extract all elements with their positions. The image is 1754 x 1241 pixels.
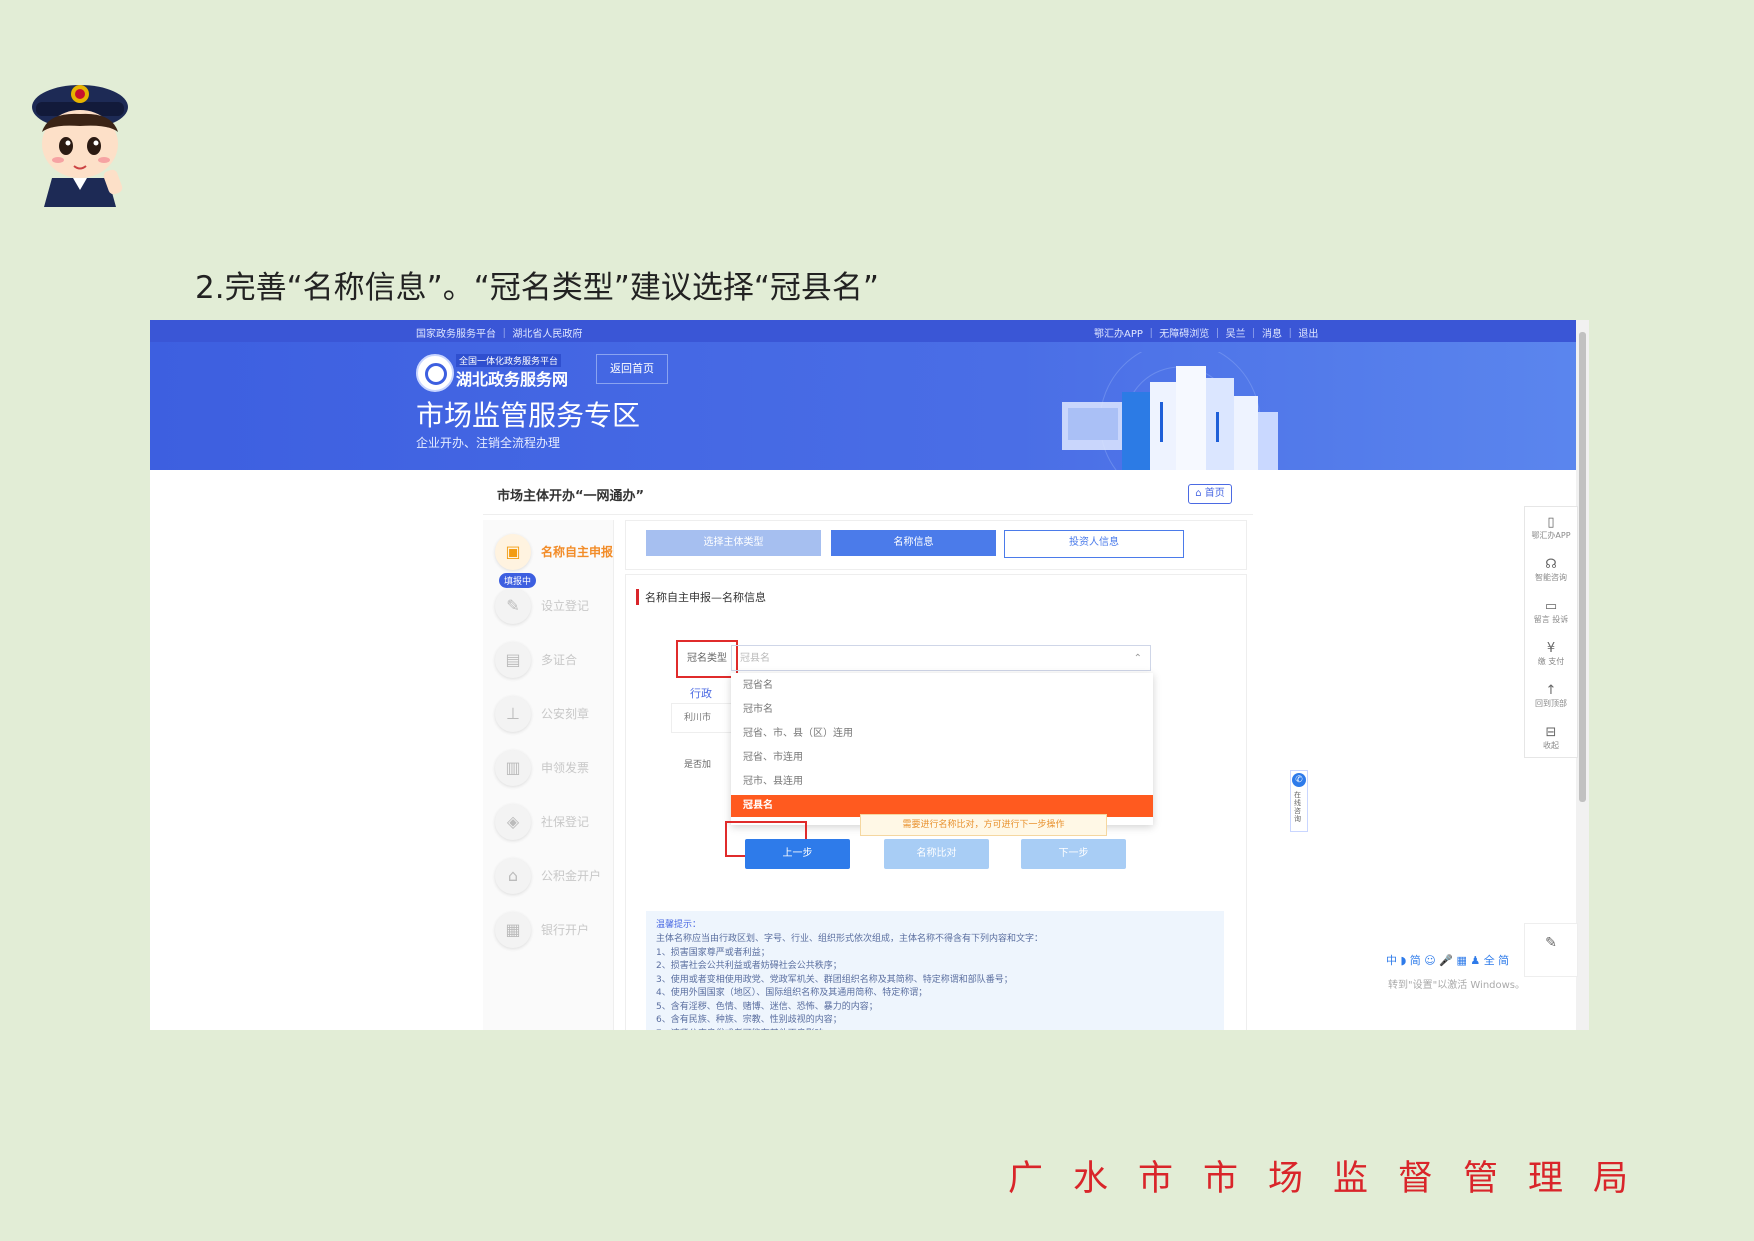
- float-item-pay[interactable]: ¥ 缴 支付: [1525, 641, 1577, 667]
- certificate-icon: ▤: [495, 642, 531, 678]
- home-button-label: 首页: [1204, 488, 1225, 499]
- float-item-label: 智能咨询: [1535, 573, 1567, 582]
- name-compare-button[interactable]: 名称比对: [884, 839, 989, 869]
- message-icon: ▭: [1544, 599, 1558, 614]
- scrollbar-thumb[interactable]: [1579, 332, 1586, 802]
- site-name[interactable]: 湖北政务服务网: [456, 366, 568, 390]
- pen-icon: ✎: [1545, 935, 1557, 951]
- header-banner: 全国一体化政务服务平台 湖北政务服务网 返回首页 市场监管服务专区 企业开办、注…: [150, 342, 1589, 470]
- float-item-label: 收起: [1543, 741, 1559, 750]
- stamp-icon: ⊥: [495, 696, 531, 732]
- sidebar-item-label: 公积金开户: [541, 869, 602, 883]
- option-city-county[interactable]: 冠市、县连用: [731, 771, 1153, 793]
- windows-activation-watermark: 转到"设置"以激活 Windows。: [1388, 980, 1526, 991]
- sidebar-item-label: 名称自主申报: [541, 545, 614, 559]
- float-item-consult[interactable]: ☊ 智能咨询: [1525, 557, 1577, 583]
- phone-icon: ▯: [1547, 515, 1555, 530]
- collapse-icon: ⊟: [1545, 725, 1557, 740]
- sidebar-item-registration[interactable]: ✎ 设立登记: [495, 584, 615, 628]
- sidebar-item-label: 公安刻章: [541, 707, 590, 721]
- zone-subtitle: 企业开办、注销全流程办理: [416, 436, 561, 450]
- pen-tool-button[interactable]: ✎: [1524, 923, 1578, 977]
- headset-icon: ☊: [1545, 557, 1557, 572]
- crown-type-dropdown: 冠省名 冠市名 冠省、市、县（区）连用 冠省、市连用 冠市、县连用 冠县名: [731, 673, 1153, 825]
- house-icon: ⌂: [495, 858, 531, 894]
- edit-icon: ✎: [495, 588, 531, 624]
- phone-icon: ✆: [1292, 773, 1306, 787]
- form-title: 名称自主申报—名称信息: [636, 589, 766, 605]
- chevron-up-icon: ⌃: [1133, 653, 1142, 664]
- float-item-app[interactable]: ▯ 鄂汇办APP: [1525, 515, 1577, 541]
- footer-organization: 广水市市场监督管理局: [1008, 1159, 1659, 1199]
- process-sidebar: ▣ 名称自主申报 填报中 ✎ 设立登记 ▤ 多证合 ⊥ 公安刻章 ▥ 申领发票 …: [483, 520, 614, 1030]
- sidebar-item-label: 申领发票: [541, 761, 590, 775]
- step-progress: 选择主体类型 名称信息 投资人信息: [625, 520, 1247, 570]
- invoice-icon: ▥: [495, 750, 531, 786]
- portal-title: 市场主体开办“一网通办”: [497, 489, 645, 504]
- shield-icon: ◈: [495, 804, 531, 840]
- float-item-label: 鄂汇办APP: [1531, 531, 1571, 540]
- sidebar-item-invoice[interactable]: ▥ 申领发票: [495, 746, 615, 790]
- step-name-info[interactable]: 名称信息: [831, 530, 996, 556]
- compare-tip: 需要进行名称比对，方可进行下一步操作: [860, 814, 1107, 836]
- float-item-label: 缴 支付: [1537, 657, 1565, 666]
- crown-type-select[interactable]: 冠县名 ⌃: [731, 645, 1151, 671]
- float-item-complaint[interactable]: ▭ 留言 投诉: [1525, 599, 1577, 625]
- sidebar-item-label: 设立登记: [541, 599, 590, 613]
- next-step-button[interactable]: 下一步: [1021, 839, 1126, 869]
- top-icon: ↑: [1545, 683, 1557, 698]
- sidebar-item-social-security[interactable]: ◈ 社保登记: [495, 800, 615, 844]
- crown-type-placeholder: 冠县名: [740, 653, 770, 664]
- float-item-collapse[interactable]: ⊟ 收起: [1525, 725, 1577, 751]
- top-bar-right-links[interactable]: 鄂汇办APP ｜ 无障碍浏览 ｜ 吴兰 ｜ 消息 ｜ 退出: [1094, 325, 1318, 340]
- instruction-heading: 2.完善“名称信息”。“冠名类型”建议选择“冠县名”: [195, 270, 879, 306]
- notice-box: 温馨提示： 主体名称应当由行政区划、字号、行业、组织形式依次组成，主体名称不得含…: [646, 911, 1224, 1030]
- gov-logo-icon: [416, 354, 454, 392]
- zone-title: 市场监管服务专区: [416, 399, 641, 432]
- back-home-button[interactable]: 返回首页: [596, 354, 668, 384]
- home-button[interactable]: ⌂ 首页: [1188, 484, 1232, 504]
- top-bar-left-links[interactable]: 国家政务服务平台 ｜ 湖北省人民政府: [416, 325, 582, 340]
- option-city[interactable]: 冠市名: [731, 699, 1153, 721]
- float-item-top[interactable]: ↑ 回到顶部: [1525, 683, 1577, 709]
- bank-icon: ▦: [495, 912, 531, 948]
- ime-toolbar[interactable]: 中 ◗ 简 ☺ 🎤 ▦ ♟ 全 简: [1386, 952, 1510, 968]
- option-province[interactable]: 冠省名: [731, 675, 1153, 697]
- step-investor-info[interactable]: 投资人信息: [1004, 530, 1184, 558]
- name-info-form: 名称自主申报—名称信息 行政 利川市 是否加 冠名类型 冠县名 ⌃ 冠省名 冠市…: [625, 574, 1247, 1030]
- sidebar-item-name-declaration[interactable]: ▣ 名称自主申报: [495, 530, 615, 574]
- home-icon: ⌂: [1195, 488, 1205, 499]
- floating-toolbar: ▯ 鄂汇办APP ☊ 智能咨询 ▭ 留言 投诉 ¥ 缴 支付 ↑ 回到顶部 ⊟ 收起: [1524, 506, 1578, 758]
- crown-type-label: 冠名类型: [676, 640, 738, 678]
- option-province-city[interactable]: 冠省、市连用: [731, 747, 1153, 769]
- sidebar-item-housing-fund[interactable]: ⌂ 公积金开户: [495, 854, 615, 898]
- option-province-city-county[interactable]: 冠省、市、县（区）连用: [731, 723, 1153, 745]
- pay-icon: ¥: [1546, 641, 1556, 656]
- sidebar-item-bank[interactable]: ▦ 银行开户: [495, 908, 615, 952]
- top-bar: 国家政务服务平台 ｜ 湖北省人民政府 鄂汇办APP ｜ 无障碍浏览 ｜ 吴兰 ｜…: [150, 320, 1589, 342]
- sidebar-item-label: 社保登记: [541, 815, 590, 829]
- online-consult-label: 在线咨询: [1294, 791, 1301, 823]
- doc-icon: ▣: [495, 534, 531, 570]
- portal-title-bar: 市场主体开办“一网通办” ⌂ 首页: [483, 472, 1253, 515]
- prev-step-button[interactable]: 上一步: [745, 839, 850, 869]
- admin-region-label: 行政: [690, 687, 712, 700]
- float-item-label: 回到顶部: [1535, 699, 1567, 708]
- add-option-checkbox-label[interactable]: 是否加: [684, 757, 711, 770]
- sidebar-item-multi-cert[interactable]: ▤ 多证合: [495, 638, 615, 682]
- notice-body: 主体名称应当由行政区划、字号、行业、组织形式依次组成，主体名称不得含有下列内容和…: [656, 934, 1044, 1030]
- police-mascot-image: [32, 85, 128, 207]
- online-consult-tab[interactable]: ✆ 在线咨询: [1290, 770, 1308, 832]
- city-illustration: [1062, 352, 1278, 470]
- sidebar-item-label: 多证合: [541, 653, 578, 667]
- float-item-label: 留言 投诉: [1533, 615, 1569, 624]
- screenshot-frame: 国家政务服务平台 ｜ 湖北省人民政府 鄂汇办APP ｜ 无障碍浏览 ｜ 吴兰 ｜…: [150, 320, 1589, 1030]
- step-select-type[interactable]: 选择主体类型: [646, 530, 821, 556]
- notice-title: 温馨提示：: [656, 920, 702, 930]
- sidebar-item-seal[interactable]: ⊥ 公安刻章: [495, 692, 615, 736]
- sidebar-item-label: 银行开户: [541, 923, 590, 937]
